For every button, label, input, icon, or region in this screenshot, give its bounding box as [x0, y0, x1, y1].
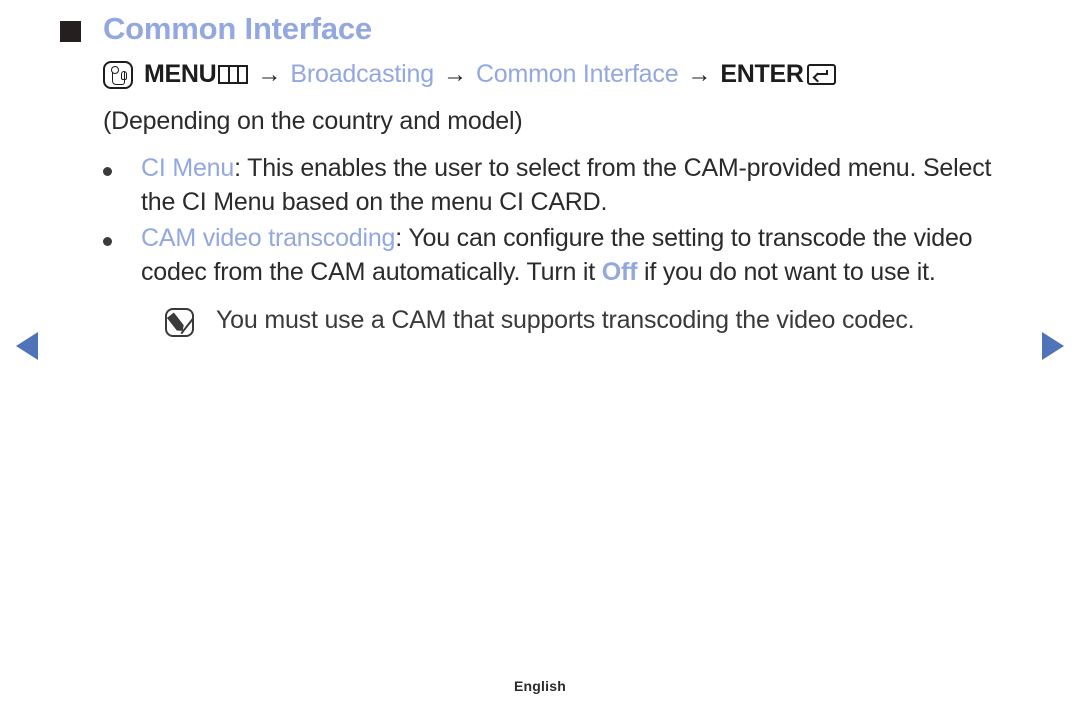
depending-note: (Depending on the country and model) — [103, 107, 523, 136]
section-marker-square — [60, 21, 81, 42]
enter-key-icon — [806, 64, 836, 86]
page-content: Common Interface MENU → Broadcasting → C… — [60, 8, 1030, 338]
path-item-broadcasting: Broadcasting — [290, 59, 434, 88]
hand-press-icon — [103, 60, 133, 89]
page-title: Common Interface — [103, 11, 372, 46]
bullet-term: CAM video transcoding — [141, 223, 396, 252]
bullet-dot-icon — [103, 166, 112, 176]
menu-path-breadcrumb: MENU → Broadcasting → Common Interface →… — [103, 56, 1030, 94]
list-item: CAM video transcoding: You can configure… — [103, 221, 1030, 289]
bullet-text: CI Menu: This enables the user to select… — [141, 151, 1030, 219]
path-arrow-1: → — [257, 60, 282, 88]
bullet-term: CI Menu — [141, 153, 235, 182]
next-page-arrow-icon[interactable] — [1042, 332, 1064, 360]
note-row: You must use a CAM that supports transco… — [165, 303, 1030, 338]
note-pencil-icon — [165, 307, 194, 337]
page-title-row: Common Interface — [60, 8, 1030, 50]
footer-language-label: English — [514, 678, 566, 694]
menu-label: MENU — [144, 59, 217, 88]
list-item: CI Menu: This enables the user to select… — [103, 151, 1030, 219]
enter-label: ENTER — [720, 59, 804, 88]
prev-page-arrow-icon[interactable] — [16, 332, 38, 360]
path-item-common-interface: Common Interface — [475, 59, 679, 88]
bullet-separator: : — [395, 223, 409, 252]
note-text: You must use a CAM that supports transco… — [216, 305, 915, 334]
bullet-text: CAM video transcoding: You can configure… — [141, 221, 1030, 289]
bullet-dot-icon — [103, 236, 112, 246]
path-arrow-3: → — [687, 60, 712, 88]
bullet-highlight-off: Off — [601, 257, 638, 286]
bullet-body-after: if you do not want to use it. — [637, 257, 936, 286]
menu-grid-icon — [218, 65, 249, 85]
bullet-body: This enables the user to select from the… — [141, 153, 992, 216]
bullet-separator: : — [234, 153, 248, 182]
manual-page: Common Interface MENU → Broadcasting → C… — [0, 0, 1080, 705]
path-arrow-2: → — [442, 60, 467, 88]
